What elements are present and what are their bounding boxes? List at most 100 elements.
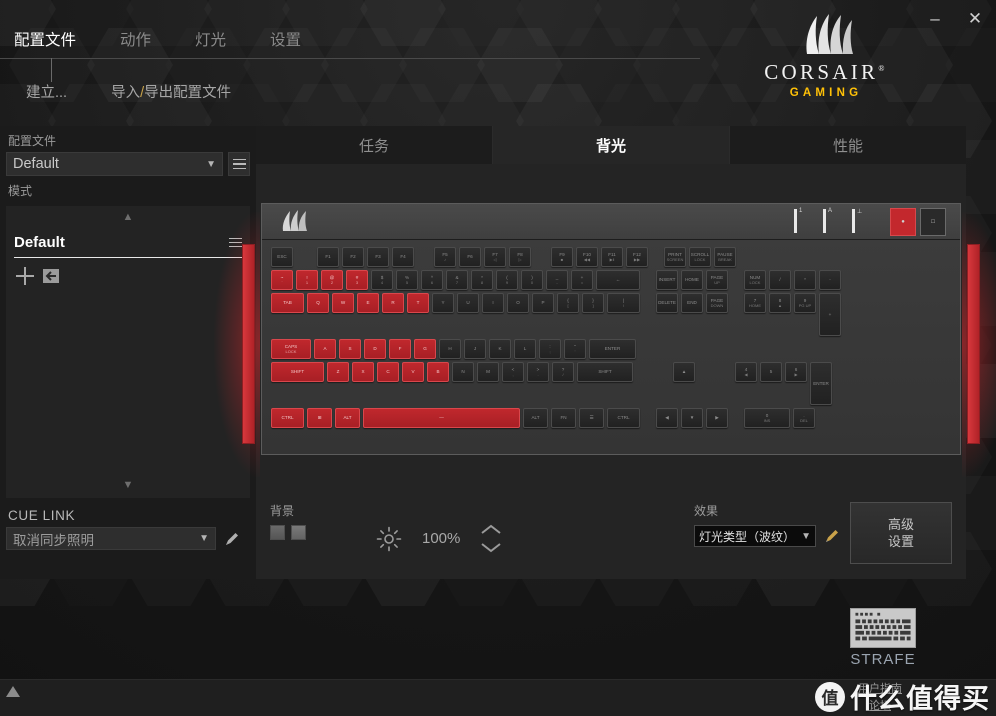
keyboard-key[interactable]: HOME [681, 270, 703, 290]
right-side-lightbar[interactable] [967, 244, 980, 444]
keyboard-key[interactable]: F12 ▶▶ [626, 247, 648, 267]
keyboard-key[interactable]: U [457, 293, 479, 313]
edit-effect-pencil-icon[interactable] [824, 528, 840, 544]
keyboard-key[interactable]: H [439, 339, 461, 359]
keyboard-key[interactable]: X [352, 362, 374, 382]
keyboard-key[interactable]: TAB [271, 293, 304, 313]
keyboard-key[interactable]: O [507, 293, 529, 313]
keyboard-key[interactable]: 4 ◀ [735, 362, 757, 382]
keyboard-key[interactable]: R [382, 293, 404, 313]
minimize-button[interactable]: – [924, 8, 946, 30]
keyboard-key[interactable]: _ - [546, 270, 568, 290]
keyboard-key[interactable]: F7 ◁ [484, 247, 506, 267]
keyboard-key[interactable]: 5 [760, 362, 782, 382]
keyboard-key[interactable]: F4 [392, 247, 414, 267]
keyboard-key[interactable]: F1 [317, 247, 339, 267]
cue-link-dropdown[interactable]: 取消同步照明 ▼ [6, 527, 216, 550]
stepper-up-icon[interactable] [480, 524, 502, 535]
keyboard-key[interactable]: | \ [607, 293, 640, 313]
keyboard-key[interactable]: * [794, 270, 816, 290]
keyboard-key[interactable]: ◀ [656, 408, 678, 428]
close-button[interactable]: ✕ [964, 8, 986, 30]
keyboard-key[interactable]: @2 [321, 270, 343, 290]
keyboard-key[interactable]: PRINT SCREEN [664, 247, 686, 267]
edit-pencil-icon[interactable] [224, 531, 240, 547]
profile-dropdown[interactable]: Default ▼ [6, 152, 223, 176]
keyboard-key[interactable]: F6 [459, 247, 481, 267]
keyboard-key[interactable]: F3 [367, 247, 389, 267]
keyboard-key[interactable]: J [464, 339, 486, 359]
create-profile-action[interactable]: 建立... [26, 81, 67, 102]
tab-1[interactable]: 背光 [493, 126, 730, 164]
keyboard-key[interactable]: ~ ` [271, 270, 293, 290]
advanced-settings-button[interactable]: 高级 设置 [850, 502, 952, 564]
keyboard-key[interactable]: 8 ▲ [769, 293, 791, 313]
top-nav-item-0[interactable]: 配置文件 [14, 28, 76, 58]
add-mode-icon[interactable] [16, 267, 34, 285]
keyboard-key[interactable]: F10 ◀◀ [576, 247, 598, 267]
keyboard-key[interactable]: F2 [342, 247, 364, 267]
keyboard-key[interactable]: #3 [346, 270, 368, 290]
keyboard-key[interactable]: 6 ▶ [785, 362, 807, 382]
keyboard-key[interactable]: & 7 [446, 270, 468, 290]
keyboard-key[interactable]: PAGE UP [706, 270, 728, 290]
mode-menu-icon[interactable] [229, 237, 242, 248]
keyboard-key[interactable]: <, [502, 362, 524, 382]
tab-0[interactable]: 任务 [256, 126, 493, 164]
profile-menu-button[interactable] [228, 152, 250, 176]
keyboard-key[interactable]: — [363, 408, 520, 428]
keyboard-key[interactable]: ▲ [673, 362, 695, 382]
keyboard-key[interactable]: M [477, 362, 499, 382]
user-guide-link[interactable]: 用户指南 [858, 681, 902, 698]
keyboard-key[interactable]: A [314, 339, 336, 359]
keyboard-brightness-button[interactable]: ● [890, 208, 916, 236]
keyboard-key[interactable]: ENTER [810, 362, 832, 405]
keyboard-key[interactable]: CTRL [607, 408, 640, 428]
keyboard-key[interactable]: V [402, 362, 424, 382]
keyboard-key[interactable]: T [407, 293, 429, 313]
keyboard-key[interactable]: FN [551, 408, 576, 428]
keyboard-key[interactable]: SCROLL LOCK [689, 247, 711, 267]
keyboard-key[interactable]: G [414, 339, 436, 359]
brightness-stepper[interactable] [480, 524, 502, 553]
keyboard-key[interactable]: ESC [271, 247, 293, 267]
keyboard-key[interactable]: ) 0 [521, 270, 543, 290]
keyboard-key[interactable]: INSERT [656, 270, 678, 290]
keyboard-key[interactable]: - [819, 270, 841, 290]
keyboard-key[interactable]: (9 [496, 270, 518, 290]
keyboard-key[interactable]: ^ 6 [421, 270, 443, 290]
keyboard-key[interactable]: + [819, 293, 841, 336]
background-swatch-1[interactable] [270, 525, 285, 540]
keyboard-key[interactable]: F [389, 339, 411, 359]
keyboard-key[interactable]: ☰ [579, 408, 604, 428]
keyboard-key[interactable]: F11 ▶‖ [601, 247, 623, 267]
keyboard-key[interactable]: CAPS LOCK [271, 339, 311, 359]
keyboard-key[interactable]: F9 ■ [551, 247, 573, 267]
effect-dropdown[interactable]: 灯光类型（波纹） ▼ [694, 525, 816, 547]
keyboard-key[interactable]: Y [432, 293, 454, 313]
keyboard-preview[interactable]: 1 A ⊥ ● □ ESC F1 F2 F3 F4 F5 ♪ F6 F7 ◁ F8 ▷ F9 ■ F10 ◀◀ F1… [214, 203, 996, 477]
keyboard-key[interactable]: DELETE [656, 293, 678, 313]
background-swatch-2[interactable] [291, 525, 306, 540]
keyboard-key[interactable]: 9 PG UP [794, 293, 816, 313]
keyboard-winlock-button[interactable]: □ [920, 208, 946, 236]
stepper-down-icon[interactable] [480, 542, 502, 553]
keyboard-key[interactable]: SHIFT [271, 362, 324, 382]
top-nav-item-1[interactable]: 动作 [120, 28, 151, 58]
mode-list-item[interactable]: Default [14, 232, 242, 258]
keyboard-key[interactable]: ? / [552, 362, 574, 382]
mode-scroll-up-button[interactable]: ▲ [6, 206, 250, 228]
keyboard-key[interactable]: END [681, 293, 703, 313]
keyboard-key[interactable]: * 8 [471, 270, 493, 290]
keyboard-key[interactable]: I [482, 293, 504, 313]
keyboard-key[interactable]: L [514, 339, 536, 359]
keyboard-key[interactable]: CTRL [271, 408, 304, 428]
keyboard-key[interactable]: + = [571, 270, 593, 290]
keyboard-key[interactable]: ← [596, 270, 640, 290]
keyboard-key[interactable]: F8 ▷ [509, 247, 531, 267]
keyboard-key[interactable]: " ' [564, 339, 586, 359]
keyboard-key[interactable]: ALT [335, 408, 360, 428]
keyboard-key[interactable]: B [427, 362, 449, 382]
keyboard-key[interactable]: PAGE DOWN [706, 293, 728, 313]
import-export-profile-action[interactable]: 导入/导出配置文件 [111, 81, 231, 102]
